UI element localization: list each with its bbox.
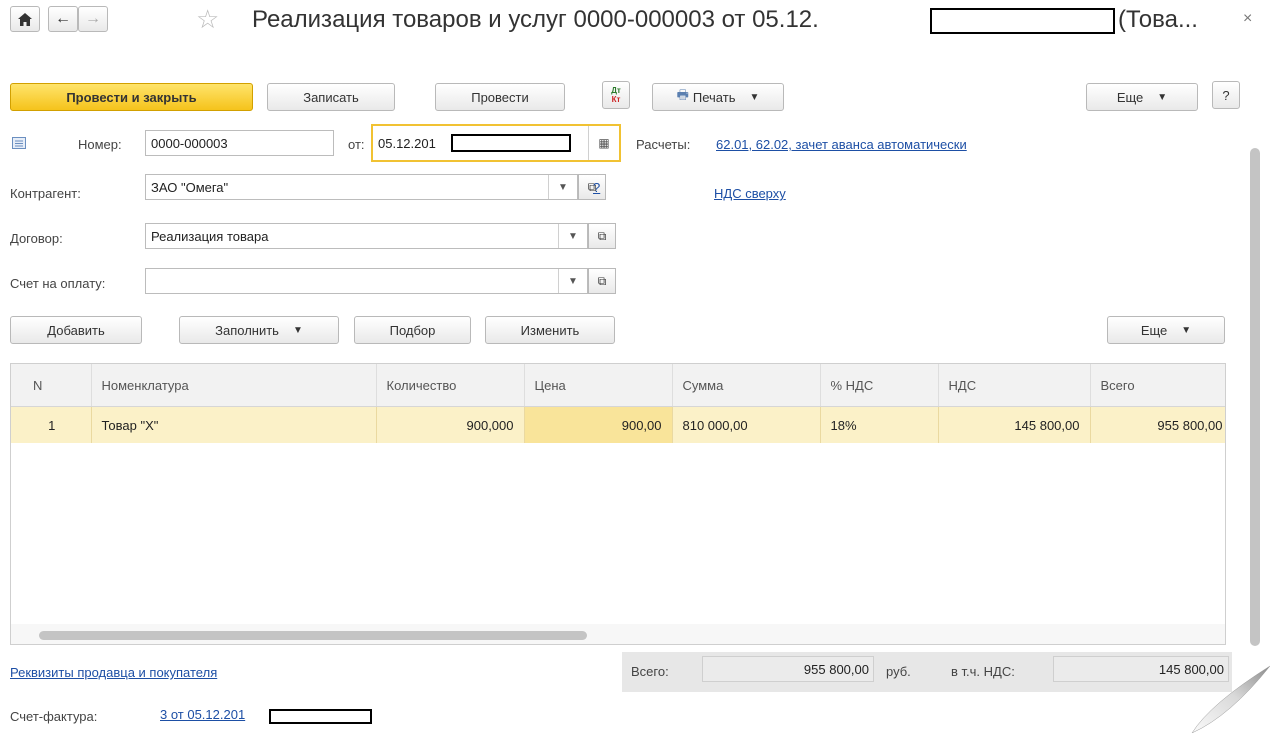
- back-button[interactable]: ←: [48, 6, 78, 32]
- post-button[interactable]: Провести: [435, 83, 565, 111]
- column-header[interactable]: НДС: [938, 364, 1091, 407]
- column-header[interactable]: % НДС: [820, 364, 939, 407]
- fill-label: Заполнить: [215, 322, 279, 338]
- counterparty-field[interactable]: ЗАО "Омега" ▼: [145, 174, 578, 200]
- vat-link[interactable]: НДС сверху: [714, 186, 786, 201]
- change-button[interactable]: Изменить: [485, 316, 615, 344]
- contract-open-button[interactable]: ⧉: [588, 223, 616, 249]
- payment-invoice-open-button[interactable]: ⧉: [588, 268, 616, 294]
- redacted-box: [930, 8, 1115, 34]
- horizontal-scrollbar[interactable]: [11, 624, 1225, 644]
- redacted-box: [269, 709, 372, 724]
- cell-qty[interactable]: 900,000: [376, 406, 525, 443]
- chevron-down-icon: ▼: [1181, 324, 1192, 336]
- post-and-close-button[interactable]: Провести и закрыть: [10, 83, 253, 111]
- payment-invoice-field[interactable]: ▼: [145, 268, 588, 294]
- vat-total-label: в т.ч. НДС:: [951, 664, 1015, 679]
- home-button[interactable]: [10, 6, 40, 32]
- help-button[interactable]: ?: [1212, 81, 1240, 109]
- number-label: Номер:: [78, 137, 122, 152]
- cell-item[interactable]: Товар "Х": [91, 406, 377, 443]
- pick-button[interactable]: Подбор: [354, 316, 471, 344]
- payment-invoice-dropdown[interactable]: ▼: [558, 269, 587, 293]
- printer-icon: 🖶: [676, 87, 689, 102]
- payments-label: Расчеты:: [636, 137, 691, 152]
- cell-vat-rate[interactable]: 18%: [820, 406, 939, 443]
- forward-button[interactable]: →: [78, 6, 108, 32]
- page-title: Реализация товаров и услуг 0000-000003 о…: [252, 6, 819, 33]
- print-button[interactable]: 🖶 Печать ▼: [652, 83, 784, 111]
- contract-field[interactable]: Реализация товара ▼: [145, 223, 588, 249]
- contract-dropdown[interactable]: ▼: [558, 224, 587, 248]
- fill-button[interactable]: Заполнить ▼: [179, 316, 339, 344]
- invoice-label: Счет-фактура:: [10, 709, 98, 724]
- chevron-down-icon: ▼: [749, 91, 760, 103]
- payment-invoice-label: Счет на оплату:: [10, 276, 106, 291]
- chevron-down-icon: ▼: [292, 324, 303, 336]
- total-value: 955 800,00: [803, 661, 869, 677]
- page-curl-icon: [1191, 665, 1270, 733]
- goods-table: N Номенклатура Количество Цена Сумма % Н…: [10, 363, 1226, 645]
- table-more-button[interactable]: Еще ▼: [1107, 316, 1225, 344]
- print-label: Печать: [692, 89, 736, 105]
- scrollbar-thumb[interactable]: [39, 631, 587, 640]
- close-icon[interactable]: ×: [1243, 10, 1252, 28]
- vertical-scrollbar[interactable]: [1250, 148, 1260, 646]
- open-icon: ⧉: [597, 273, 607, 288]
- table-row[interactable]: 1 Товар "Х" 900,000 900,00 810 000,00 18…: [11, 406, 1225, 443]
- currency-label: руб.: [886, 664, 911, 679]
- table-header: N Номенклатура Количество Цена Сумма % Н…: [11, 364, 1225, 407]
- cell-total[interactable]: 955 800,00: [1090, 406, 1225, 443]
- table-more-label: Еще: [1140, 322, 1168, 338]
- total-field: 955 800,00: [702, 656, 874, 682]
- open-icon: ⧉: [597, 228, 607, 243]
- arrow-right-icon: →: [85, 10, 101, 27]
- more-button[interactable]: Еще ▼: [1086, 83, 1198, 111]
- date-label: от:: [348, 137, 365, 152]
- counterparty-label: Контрагент:: [10, 186, 81, 201]
- column-header[interactable]: Цена: [524, 364, 673, 407]
- contract-value: Реализация товара: [151, 228, 269, 244]
- document-list-icon[interactable]: [12, 137, 26, 152]
- column-header[interactable]: N: [11, 364, 92, 407]
- date-value: 05.12.201: [378, 135, 436, 151]
- column-header[interactable]: Всего: [1090, 364, 1225, 407]
- calendar-button[interactable]: ▦: [588, 126, 619, 160]
- star-icon[interactable]: ☆: [196, 5, 219, 33]
- arrow-left-icon: ←: [55, 10, 71, 27]
- column-header[interactable]: Номенклатура: [91, 364, 377, 407]
- requisites-link[interactable]: Реквизиты продавца и покупателя: [10, 665, 217, 680]
- cell-sum[interactable]: 810 000,00: [672, 406, 821, 443]
- counterparty-dropdown[interactable]: ▼: [548, 175, 577, 199]
- cell-vat[interactable]: 145 800,00: [938, 406, 1091, 443]
- more-label: Еще: [1116, 89, 1144, 105]
- add-row-button[interactable]: Добавить: [10, 316, 142, 344]
- save-button[interactable]: Записать: [267, 83, 395, 111]
- home-icon: [18, 12, 32, 26]
- calendar-icon: ▦: [598, 136, 610, 150]
- payments-link[interactable]: 62.01, 62.02, зачет аванса автоматически: [716, 137, 967, 152]
- cell-n[interactable]: 1: [11, 406, 92, 443]
- column-header[interactable]: Сумма: [672, 364, 821, 407]
- chevron-down-icon: ▼: [1157, 91, 1168, 103]
- dt-kt-icon: Дт Кт: [611, 86, 621, 104]
- invoice-link[interactable]: 3 от 05.12.201: [160, 707, 245, 722]
- total-label: Всего:: [631, 664, 669, 679]
- contract-label: Договор:: [10, 231, 63, 246]
- column-header[interactable]: Количество: [376, 364, 525, 407]
- dt-kt-button[interactable]: Дт Кт: [602, 81, 630, 109]
- counterparty-help-link[interactable]: ?: [593, 180, 600, 195]
- title-suffix: (Това...: [1118, 6, 1198, 33]
- number-field[interactable]: 0000-000003: [145, 130, 334, 156]
- counterparty-value: ЗАО "Омега": [151, 179, 229, 195]
- redacted-box: [451, 134, 571, 152]
- cell-price[interactable]: 900,00: [524, 406, 673, 443]
- counterparty-open-button[interactable]: ⧉: [578, 174, 606, 200]
